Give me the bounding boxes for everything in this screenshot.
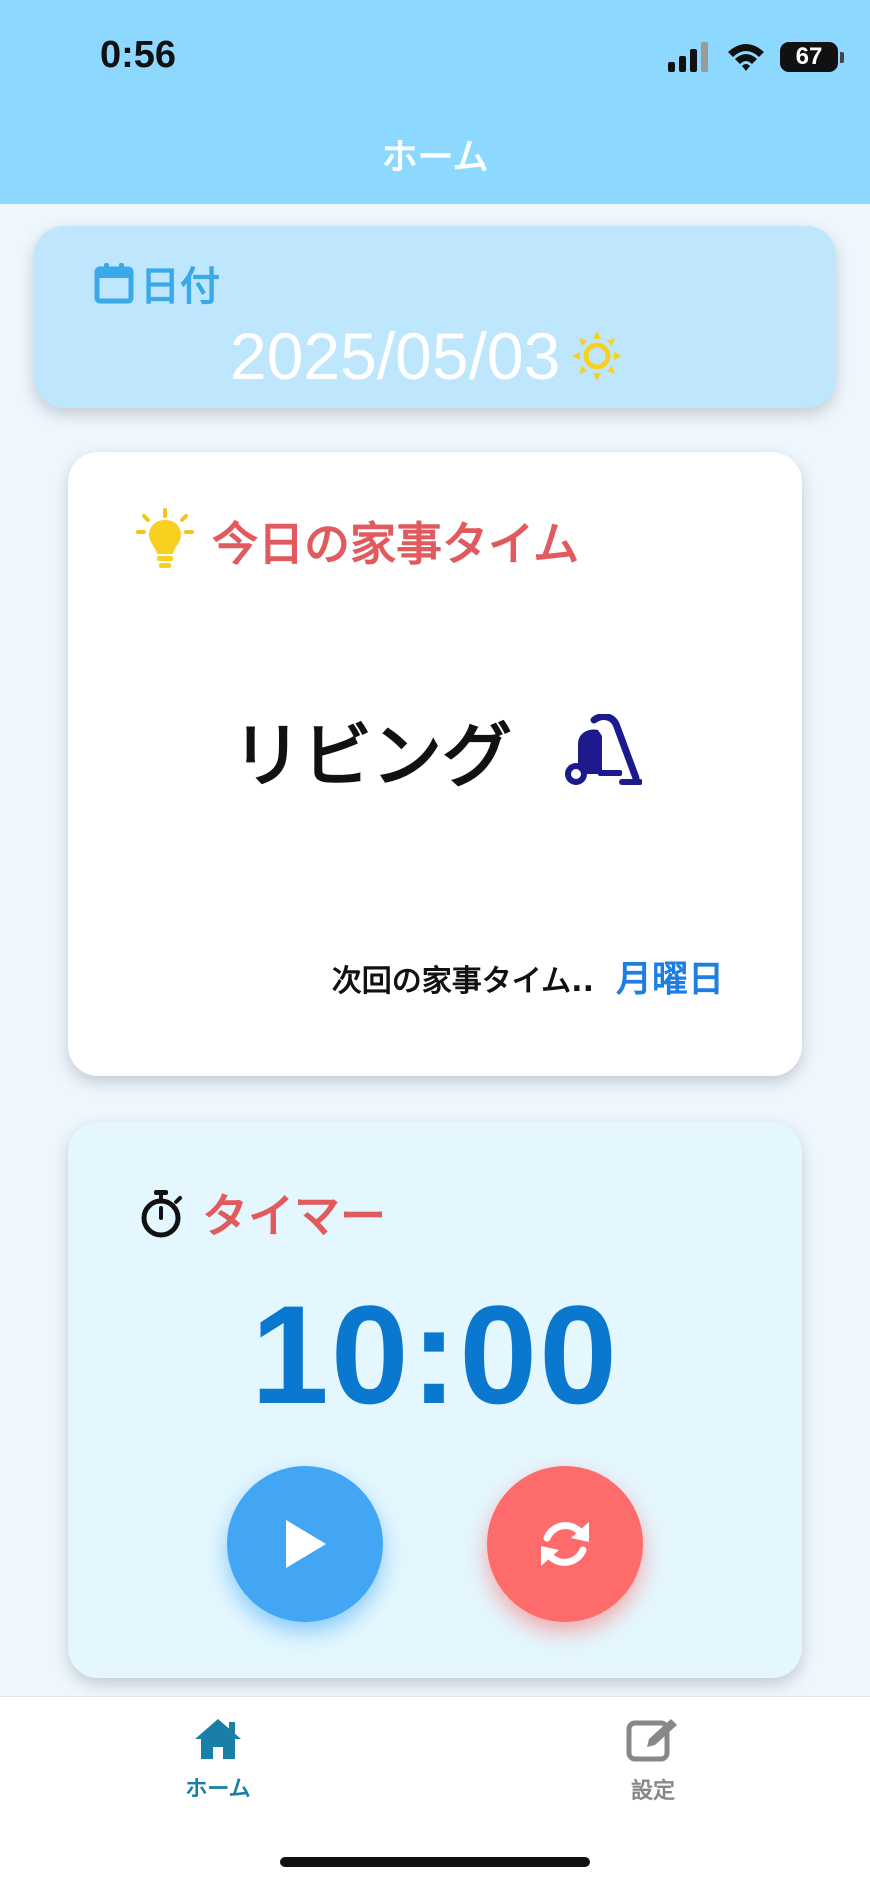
signal-icon (668, 42, 708, 72)
page-title: ホーム (381, 137, 489, 178)
date-value: 2025/05/03 (230, 319, 561, 393)
timer-display: 10:00 (250, 1276, 620, 1433)
reset-button[interactable] (487, 1466, 643, 1622)
battery-indicator: 67 (780, 42, 838, 72)
next-chore-row: 次回の家事タイム.. 月曜日 (332, 950, 724, 1002)
date-label: 日付 (140, 264, 220, 310)
status-time: 0:56 (100, 34, 177, 76)
play-icon (286, 1520, 326, 1568)
bottom-nav: ホーム 設定 (0, 1696, 870, 1882)
nav-item-settings[interactable]: 設定 (583, 1717, 723, 1805)
refresh-icon (541, 1522, 589, 1566)
timer-card: タイマー 10:00 (68, 1122, 802, 1678)
home-indicator (280, 1857, 590, 1867)
lightbulb-icon (136, 508, 194, 568)
nav-label-home: ホーム (185, 1777, 251, 1802)
timer-title: タイマー (202, 1189, 386, 1243)
chore-room: リビング (232, 715, 512, 797)
nav-label-settings: 設定 (630, 1779, 675, 1804)
app-header: 0:56 67 ホーム (0, 0, 870, 204)
wifi-icon (728, 44, 764, 71)
vacuum-icon (565, 714, 642, 785)
play-button[interactable] (227, 1466, 383, 1622)
chore-title-row: 今日の家事タイム (132, 508, 579, 574)
date-card: 日付 2025/05/03 (34, 226, 836, 408)
next-chore-day: 月曜日 (615, 959, 724, 1000)
date-value-row: 2025/05/03 (230, 318, 624, 394)
home-icon (195, 1719, 241, 1759)
date-label-row: 日付 (94, 258, 220, 310)
nav-item-home[interactable]: ホーム (148, 1717, 288, 1803)
chore-card: 今日の家事タイム リビング 次回の家事タイム.. 月曜日 (68, 452, 802, 1076)
battery-nub (840, 52, 844, 63)
stopwatch-icon (141, 1190, 182, 1238)
sun-icon (572, 331, 623, 381)
calendar-icon (94, 263, 134, 304)
chore-title: 今日の家事タイム (212, 517, 580, 571)
edit-icon (626, 1719, 677, 1762)
status-icons: 67 (584, 42, 844, 74)
timer-title-row: タイマー (138, 1180, 386, 1246)
next-chore-label: 次回の家事タイム.. (331, 964, 594, 999)
